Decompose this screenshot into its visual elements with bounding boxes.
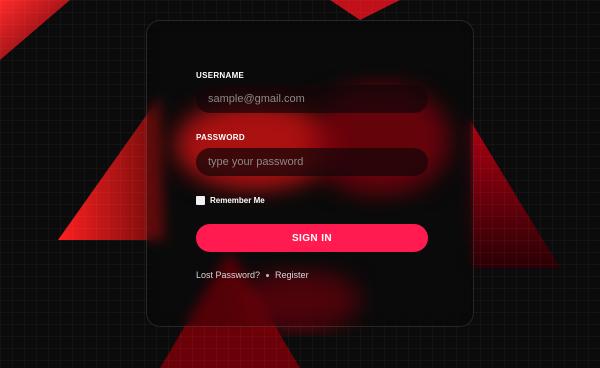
remember-label: Remember Me xyxy=(210,196,265,205)
shape-top-center xyxy=(330,0,400,20)
login-card: USERNAME PASSWORD Remember Me SIGN IN Lo… xyxy=(146,20,474,327)
separator-dot xyxy=(266,273,270,277)
username-input[interactable] xyxy=(196,85,428,113)
username-label: USERNAME xyxy=(196,71,245,80)
register-link[interactable]: Register xyxy=(275,270,309,280)
password-input[interactable] xyxy=(196,148,428,176)
footer-links: Lost Password? Register xyxy=(196,270,309,280)
shape-right-triangle xyxy=(470,120,560,268)
sign-in-button[interactable]: SIGN IN xyxy=(196,224,428,252)
remember-checkbox[interactable] xyxy=(196,196,205,205)
lost-password-link[interactable]: Lost Password? xyxy=(196,270,260,280)
password-label: PASSWORD xyxy=(196,133,245,142)
remember-me[interactable]: Remember Me xyxy=(196,196,265,205)
shape-top-left xyxy=(0,0,70,60)
